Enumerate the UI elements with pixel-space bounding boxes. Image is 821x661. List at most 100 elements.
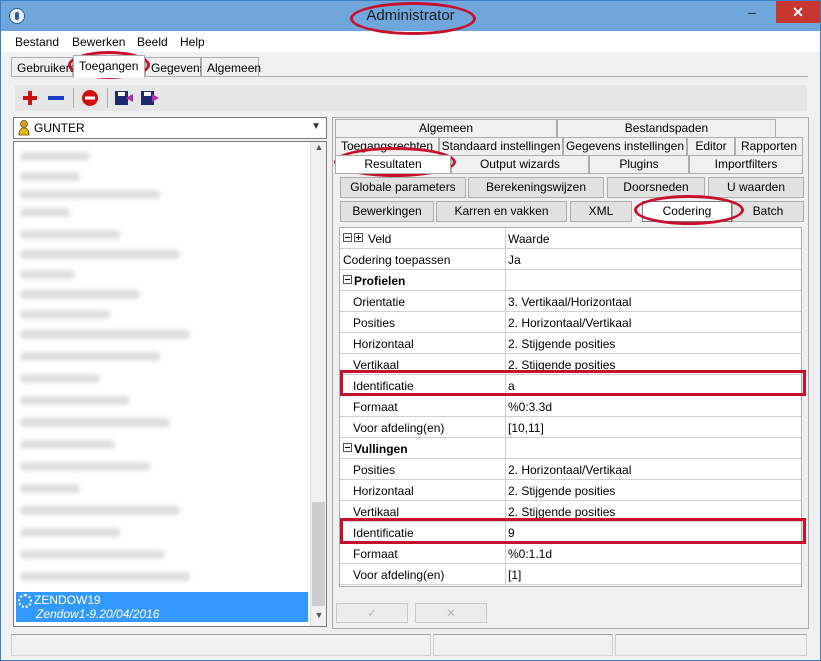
user-list[interactable]: ZENDOW19 Zendow1-9.20/04/2016 ▲ ▼ <box>13 141 327 627</box>
list-item[interactable] <box>20 440 115 449</box>
menu-bestand[interactable]: Bestand <box>15 35 59 49</box>
cancel-button[interactable]: ✕ <box>415 603 487 623</box>
column-header-waarde[interactable]: Waarde <box>508 232 550 246</box>
collapse-expand-toggles[interactable] <box>343 233 365 247</box>
tab-gebruikers[interactable]: Gebruikers <box>11 57 76 77</box>
ok-button[interactable]: ✓ <box>336 603 408 623</box>
grid-field-label: Horizontaal <box>353 337 414 351</box>
list-item[interactable] <box>20 208 70 217</box>
grid-field-label: Orientatie <box>353 295 406 309</box>
list-item[interactable] <box>20 550 165 559</box>
karren-en-vakken-button[interactable]: Karren en vakken <box>436 201 567 222</box>
grid-field-value[interactable]: Ja <box>508 253 521 267</box>
tab-editor[interactable]: Editor <box>687 137 735 156</box>
grid-field-value[interactable]: 2. Stijgende posities <box>508 505 615 519</box>
list-item[interactable] <box>20 506 180 515</box>
list-item[interactable] <box>20 528 120 537</box>
tab-resultaten[interactable]: Resultaten <box>335 155 451 174</box>
grid-field-value[interactable]: 2. Horizontaal/Vertikaal <box>508 463 631 477</box>
menu-beeld[interactable]: Beeld <box>137 35 168 49</box>
selected-item-detail: Zendow1-9.20/04/2016 <box>36 607 160 621</box>
save-left-icon[interactable] <box>113 88 135 108</box>
user-combobox[interactable]: GUNTER ▼ <box>13 117 327 139</box>
grid-row[interactable]: Voor afdeling(en) [1] <box>340 564 801 585</box>
tab-plugins[interactable]: Plugins <box>589 155 689 174</box>
grid-row[interactable]: Posities 2. Horizontaal/Vertikaal <box>340 459 801 480</box>
grid-field-value[interactable]: %0:1.1d <box>508 547 552 561</box>
save-right-icon[interactable] <box>139 88 161 108</box>
list-item[interactable] <box>20 418 170 427</box>
tab-algemeen-settings[interactable]: Algemeen <box>335 119 557 138</box>
collapse-section-icon[interactable] <box>343 275 352 284</box>
column-header-veld[interactable]: Veld <box>368 232 391 246</box>
menu-help[interactable]: Help <box>180 35 205 49</box>
list-item[interactable] <box>20 190 160 199</box>
u-waarden-button[interactable]: U waarden <box>708 177 804 198</box>
list-item[interactable] <box>20 290 140 299</box>
globale-parameters-button[interactable]: Globale parameters <box>340 177 466 198</box>
list-item[interactable] <box>20 310 110 319</box>
grid-field-label: Posities <box>353 463 396 477</box>
tab-standaard-instellingen[interactable]: Standaard instellingen <box>439 137 563 156</box>
grid-section-row[interactable]: Profielen <box>340 270 801 291</box>
list-item[interactable] <box>20 374 100 383</box>
scrollbar-thumb[interactable] <box>312 502 325 606</box>
list-item[interactable] <box>20 352 160 361</box>
tab-toegangen[interactable]: Toegangen <box>73 55 145 78</box>
grid-row[interactable]: Orientatie 3. Vertikaal/Horizontaal <box>340 291 801 312</box>
grid-field-value[interactable]: 2. Stijgende posities <box>508 337 615 351</box>
collapse-section-icon[interactable] <box>343 443 352 452</box>
tab-gegevens-instellingen[interactable]: Gegevens instellingen <box>563 137 687 156</box>
list-item[interactable] <box>20 330 190 339</box>
grid-field-value[interactable]: 2. Stijgende posities <box>508 484 615 498</box>
list-item[interactable] <box>20 250 180 259</box>
tab-algemeen[interactable]: Algemeen <box>201 57 261 77</box>
grid-section-row[interactable]: Vullingen <box>340 438 801 459</box>
grid-row[interactable]: Voor afdeling(en) [10,11] <box>340 417 801 438</box>
tab-rapporten[interactable]: Rapporten <box>735 137 803 156</box>
list-item[interactable] <box>20 572 190 581</box>
menu-bewerken[interactable]: Bewerken <box>72 35 125 49</box>
tab-gegevens[interactable]: Gegevens <box>145 57 206 77</box>
column-divider <box>505 291 506 312</box>
list-item[interactable] <box>20 152 90 161</box>
grid-field-value[interactable]: %0:3.3d <box>508 400 552 414</box>
collapse-all-icon[interactable] <box>343 233 352 242</box>
expand-all-icon[interactable] <box>354 233 363 242</box>
list-item[interactable] <box>20 396 130 405</box>
grid-field-value[interactable]: [10,11] <box>508 421 544 435</box>
add-icon[interactable] <box>19 88 41 108</box>
list-item[interactable] <box>20 230 120 239</box>
grid-row[interactable]: Posities 2. Horizontaal/Vertikaal <box>340 312 801 333</box>
minimize-button[interactable]: – <box>739 1 765 23</box>
list-item[interactable] <box>20 270 75 279</box>
column-divider <box>505 543 506 564</box>
toolbar-area <box>11 76 808 112</box>
xml-button[interactable]: XML <box>570 201 632 222</box>
stop-icon[interactable] <box>79 88 101 108</box>
grid-field-value[interactable]: [1] <box>508 568 521 582</box>
close-button[interactable]: ✕ <box>776 1 820 23</box>
remove-icon[interactable] <box>45 88 67 108</box>
list-item[interactable] <box>20 172 80 181</box>
berekeningswijzen-button[interactable]: Berekeningswijzen <box>468 177 604 198</box>
scroll-down-icon[interactable]: ▼ <box>311 610 326 626</box>
tab-bestandspaden[interactable]: Bestandspaden <box>557 119 776 138</box>
tab-importfilters[interactable]: Importfilters <box>689 155 803 174</box>
list-item-selected[interactable]: ZENDOW19 Zendow1-9.20/04/2016 <box>16 592 308 622</box>
grid-header: Veld Waarde <box>340 228 801 249</box>
grid-row[interactable]: Codering toepassen Ja <box>340 249 801 270</box>
grid-row[interactable]: Formaat %0:3.3d <box>340 396 801 417</box>
grid-field-value[interactable]: 3. Vertikaal/Horizontaal <box>508 295 631 309</box>
tab-output-wizards[interactable]: Output wizards <box>451 155 589 174</box>
chevron-down-icon[interactable]: ▼ <box>311 121 321 132</box>
list-scrollbar[interactable]: ▲ ▼ <box>310 142 326 626</box>
bewerkingen-button[interactable]: Bewerkingen <box>340 201 434 222</box>
list-item[interactable] <box>20 462 150 471</box>
grid-row[interactable]: Formaat %0:1.1d <box>340 543 801 564</box>
scroll-up-icon[interactable]: ▲ <box>311 142 326 158</box>
grid-row[interactable]: Horizontaal 2. Stijgende posities <box>340 480 801 501</box>
list-item[interactable] <box>20 484 80 493</box>
grid-row[interactable]: Horizontaal 2. Stijgende posities <box>340 333 801 354</box>
grid-field-value[interactable]: 2. Horizontaal/Vertikaal <box>508 316 631 330</box>
